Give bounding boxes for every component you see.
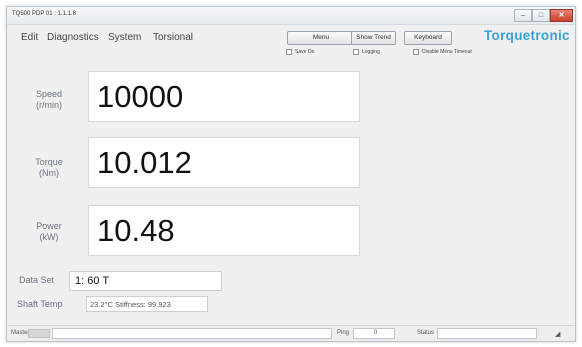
close-button[interactable]: ✕ — [550, 9, 573, 22]
torque-label-group: Torque (Nm) — [20, 157, 78, 179]
save-on-checkbox[interactable]: Save On — [286, 48, 314, 56]
menu-edit[interactable]: Edit — [21, 32, 38, 43]
minimize-button[interactable]: ‒ — [514, 9, 532, 22]
power-value: 10.48 — [97, 213, 175, 248]
status-bar: Master Ping 0 Status ◢ — [7, 325, 575, 341]
power-label: Power — [36, 221, 62, 231]
logging-label: Logging — [362, 49, 380, 55]
ping-label: Ping — [337, 330, 350, 336]
save-on-label: Save On — [295, 49, 315, 55]
torquetronic-logo: Torquetronic — [484, 28, 570, 43]
power-display: 10.48 — [88, 205, 360, 256]
master-field — [52, 328, 332, 339]
speed-unit: (r/min) — [36, 100, 62, 110]
speed-value: 10000 — [97, 79, 184, 114]
menu-torsional[interactable]: Torsional — [153, 32, 193, 43]
torque-unit: (Nm) — [39, 168, 59, 178]
speed-display: 10000 — [88, 71, 360, 122]
dataset-field[interactable]: 1: 60 T — [69, 271, 222, 291]
application-window: TQ500 PDP 01 : 1.1.1.8 ‒ □ ✕ Edit Diagno… — [6, 6, 576, 342]
status-label: Status — [417, 330, 435, 336]
dataset-label: Data Set — [19, 275, 55, 285]
power-unit: (kW) — [39, 232, 59, 242]
menu-system[interactable]: System — [108, 32, 141, 43]
maximize-button[interactable]: □ — [532, 9, 550, 22]
title-bar: TQ500 PDP 01 : 1.1.1.8 ‒ □ ✕ — [7, 7, 575, 25]
disable-menu-timeout-label: Disable Menu Timeout — [422, 49, 472, 55]
torque-value: 10.012 — [97, 145, 192, 180]
keyboard-button[interactable]: Keyboard — [404, 31, 452, 45]
window-title: TQ500 PDP 01 : 1.1.1.8 — [12, 11, 76, 17]
speed-label-group: Speed (r/min) — [20, 89, 78, 111]
checkbox-icon — [286, 49, 292, 55]
menu-diagnostics[interactable]: Diagnostics — [47, 32, 99, 43]
disable-menu-timeout-checkbox[interactable]: Disable Menu Timeout — [413, 48, 472, 56]
checkbox-icon — [413, 49, 419, 55]
logging-checkbox[interactable]: Logging — [353, 48, 380, 56]
shaft-temp-label: Shaft Temp — [17, 299, 63, 309]
torque-label: Torque — [35, 157, 63, 167]
ping-field: 0 — [353, 328, 395, 339]
shaft-temp-value: 23.2°C Stiffness: 99.923 — [86, 296, 208, 312]
power-label-group: Power (kW) — [20, 221, 78, 243]
menu-button[interactable]: Menu — [287, 31, 355, 45]
master-label: Master — [11, 330, 30, 336]
torque-display: 10.012 — [88, 137, 360, 188]
show-trend-button[interactable]: Show Trend — [351, 31, 396, 45]
checkbox-icon — [353, 49, 359, 55]
resize-grip-icon[interactable]: ◢ — [555, 330, 560, 338]
status-field — [437, 328, 537, 339]
speed-label: Speed — [35, 89, 63, 99]
master-indicator — [28, 329, 50, 338]
